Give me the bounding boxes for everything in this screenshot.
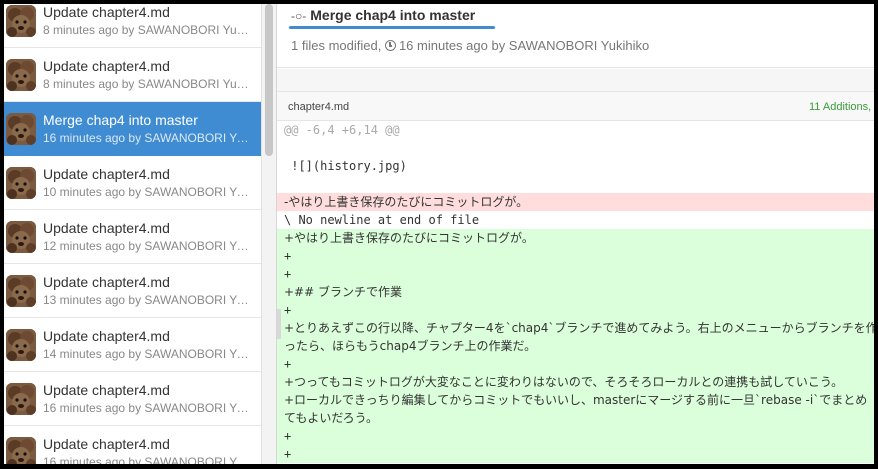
files-modified: 1 files modified,: [291, 38, 382, 53]
commit-list-item-title: Update chapter4.md: [43, 274, 170, 290]
app-window: Update chapter4.md 8 minutes ago by SAWAN…: [0, 0, 878, 469]
diff-line-added: +: [277, 247, 874, 265]
commit-list-item-title: Update chapter4.md: [43, 220, 170, 236]
commit-list-item[interactable]: Update chapter4.md 16 minutes ago by SAWA…: [4, 372, 261, 426]
commit-icon: -○-: [291, 9, 307, 23]
separator: [277, 69, 874, 91]
avatar: [6, 275, 36, 307]
commit-list-item-title: Update chapter4.md: [43, 166, 170, 182]
commit-list-scrollbar[interactable]: [261, 4, 277, 464]
diff-line-added: ったら、ほらもうchap4ブランチ上の作業だ。: [277, 337, 874, 355]
commit-list-item-meta: 10 minutes ago by SAWANOBORI Yukihiko: [43, 185, 253, 199]
diff-line-added: +: [277, 265, 874, 283]
avatar: [6, 59, 36, 91]
file-stats: 11 Additions, 1 Deletion: [809, 101, 874, 113]
diff-line-added: +つってもコミットログが大変なことに変わりはないので、そろそろローカルとの連携も…: [277, 373, 874, 391]
commit-list-item-meta: 16 minutes ago by SAWANOBORI Yukihiko: [43, 131, 253, 145]
commit-list-item-meta: 13 minutes ago by SAWANOBORI Yukihiko: [43, 293, 253, 307]
commit-list-item-meta: 16 minutes ago by SAWANOBORI Yukihiko: [43, 401, 253, 415]
commit-list-item-meta: 8 minutes ago by SAWANOBORI Yukihiko: [43, 77, 253, 91]
diff-line-context: [277, 139, 874, 157]
commit-title: Merge chap4 into master: [310, 7, 476, 23]
commit-list-item-title: Update chapter4.md: [43, 328, 170, 344]
diff-line-context: ![](history.jpg): [277, 157, 874, 175]
diff-line-added: +: [277, 301, 874, 319]
commit-header: -○- Merge chap4 into master 1 files modif…: [277, 4, 874, 68]
file-name[interactable]: chapter4.md: [288, 101, 349, 113]
commit-list-item-title: Merge chap4 into master: [43, 112, 198, 128]
diff-scrollbar[interactable]: [277, 309, 281, 339]
diff-line-context: \ No newline at end of file: [277, 211, 874, 229]
commit-list-item-meta: 16 minutes ago by SAWANOBORI Yukihiko: [43, 455, 253, 465]
diff-line-added: +ローカルできっちり編集してからコミットでもいいし、masterにマージする前に…: [277, 391, 874, 409]
avatar: [6, 437, 36, 464]
commit-list-item[interactable]: Update chapter4.md 10 minutes ago by SAWA…: [4, 156, 261, 210]
scrollbar-thumb[interactable]: [265, 4, 273, 156]
avatar: [6, 329, 36, 361]
diff-line-added: +: [277, 355, 874, 373]
diff-line-context: [277, 175, 874, 193]
commit-list-item-meta: 8 minutes ago by SAWANOBORI Yukihiko: [43, 23, 253, 37]
commit-summary: 1 files modified, 16 minutes ago by SAWA…: [291, 38, 649, 53]
diff-line-added: +やはり上書き保存のたびにコミットログが。: [277, 229, 874, 247]
avatar: [6, 383, 36, 415]
commit-detail: -○- Merge chap4 into master 1 files modif…: [277, 4, 874, 464]
file-header[interactable]: chapter4.md 11 Additions, 1 Deletion: [277, 91, 874, 121]
commit-list-item-meta: 12 minutes ago by SAWANOBORI Yukihiko: [43, 239, 253, 253]
diff-hunk-header: @@ -6,4 +6,14 @@: [284, 123, 400, 137]
diff-line-added: +: [277, 427, 874, 445]
avatar: [6, 113, 36, 145]
commit-list-item[interactable]: Merge chap4 into master 16 minutes ago by…: [4, 102, 261, 156]
commit-list: Update chapter4.md 8 minutes ago by SAWAN…: [4, 4, 261, 465]
diff-view: @@ -6,4 +6,14 @@ ![](history.jpg) -やはり上書き…: [277, 121, 874, 464]
diff-line-added: +: [277, 445, 874, 463]
diff-line-added: てもよいだろう。: [277, 409, 874, 427]
commit-list-item[interactable]: Update chapter4.md 13 minutes ago by SAWA…: [4, 264, 261, 318]
commit-list-item[interactable]: Update chapter4.md 16 minutes ago by SAWA…: [4, 426, 261, 465]
diff-line-deleted: -やはり上書き保存のたびにコミットログが。: [277, 193, 874, 211]
commit-list-item-title: Update chapter4.md: [43, 58, 170, 74]
commit-heading: -○- Merge chap4 into master: [291, 7, 475, 23]
commit-time: 16 minutes ago by SAWANOBORI Yukihiko: [398, 38, 650, 53]
avatar: [6, 5, 36, 37]
clock-icon: [384, 40, 396, 51]
active-tab-indicator: [289, 26, 495, 29]
diff-line-added: +## ブランチで作業: [277, 283, 874, 301]
commit-list-item-meta: 14 minutes ago by SAWANOBORI Yukihiko: [43, 347, 253, 361]
commit-list-item[interactable]: Update chapter4.md 14 minutes ago by SAWA…: [4, 318, 261, 372]
commit-list-item-title: Update chapter4.md: [43, 436, 170, 452]
commit-list-item[interactable]: Update chapter4.md 8 minutes ago by SAWAN…: [4, 48, 261, 102]
avatar: [6, 167, 36, 199]
avatar: [6, 221, 36, 253]
diff-line-added: +とりあえずこの行以降、チャプター4を`chap4`ブランチで進めてみよう。右上…: [277, 319, 874, 337]
commit-list-item-title: Update chapter4.md: [43, 382, 170, 398]
commit-list-item[interactable]: Update chapter4.md 12 minutes ago by SAWA…: [4, 210, 261, 264]
commit-list-item-title: Update chapter4.md: [43, 4, 170, 20]
commit-list-item[interactable]: Update chapter4.md 8 minutes ago by SAWAN…: [4, 4, 261, 48]
